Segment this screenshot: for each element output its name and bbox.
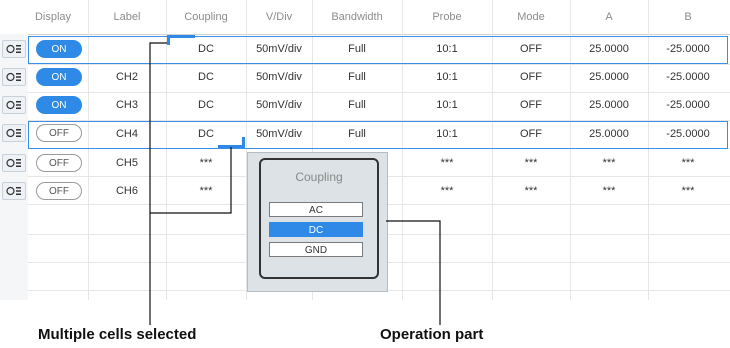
multiple-cells-leader [149,42,167,325]
callout-leaders [149,42,441,325]
operation-part-leader [386,220,441,325]
multiple-cells-leader-branch [150,147,232,214]
operation-part-callout: Operation part [380,326,484,343]
multiple-cells-callout: Multiple cells selected [38,326,197,343]
